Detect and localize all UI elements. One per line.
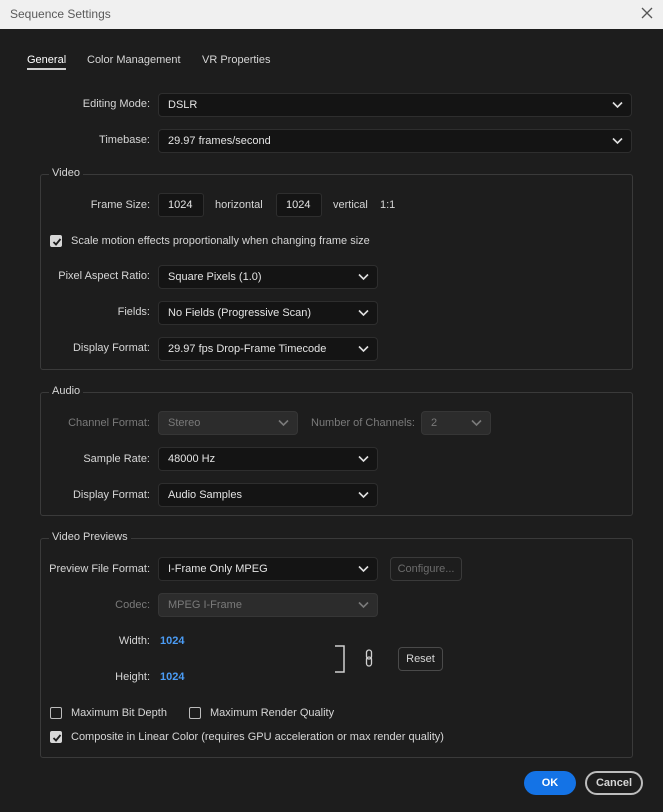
frame-size-label: Frame Size: (90, 199, 150, 211)
editing-mode-select[interactable]: DSLR (158, 93, 632, 117)
height-value[interactable]: 1024 (160, 671, 184, 683)
fields-value: No Fields (Progressive Scan) (168, 307, 312, 319)
editing-mode-value: DSLR (168, 99, 198, 111)
num-channels-label: Number of Channels: (311, 417, 415, 429)
ok-button[interactable]: OK (524, 771, 576, 795)
video-display-format-label: Display Format: (72, 342, 150, 354)
max-bit-depth-checkbox[interactable] (50, 707, 62, 719)
video-display-format-value: 29.97 fps Drop-Frame Timecode (168, 343, 327, 355)
linear-color-label: Composite in Linear Color (requires GPU … (71, 731, 444, 743)
active-tab-indicator (27, 68, 66, 70)
width-value[interactable]: 1024 (160, 635, 184, 647)
linear-color-checkbox[interactable] (50, 731, 62, 743)
video-previews-group-title: Video Previews (49, 531, 131, 543)
max-render-quality-label: Maximum Render Quality (210, 707, 335, 719)
max-bit-depth-label: Maximum Bit Depth (71, 707, 167, 719)
preview-format-select[interactable]: I-Frame Only MPEG (158, 557, 378, 581)
frame-width-input[interactable]: 1024 (158, 193, 204, 217)
timebase-value: 29.97 frames/second (168, 135, 271, 147)
audio-display-format-label: Display Format: (72, 489, 150, 501)
chevron-down-icon (358, 565, 369, 573)
chevron-down-icon (278, 419, 289, 427)
chevron-down-icon (358, 601, 369, 609)
checkmark-icon (52, 734, 62, 742)
max-render-quality-checkbox[interactable] (189, 707, 201, 719)
preview-format-label: Preview File Format: (49, 563, 150, 575)
codec-label: Codec: (115, 599, 150, 611)
num-channels-value: 2 (431, 417, 438, 429)
num-channels-select: 2 (421, 411, 491, 435)
timebase-select[interactable]: 29.97 frames/second (158, 129, 632, 153)
cancel-button[interactable]: Cancel (585, 771, 643, 795)
audio-group-title: Audio (49, 385, 84, 397)
video-group-title: Video (49, 167, 83, 179)
window-title: Sequence Settings (10, 7, 111, 21)
video-display-format-select[interactable]: 29.97 fps Drop-Frame Timecode (158, 337, 378, 361)
height-label: Height: (115, 671, 150, 683)
audio-display-format-select[interactable]: Audio Samples (158, 483, 378, 507)
close-icon[interactable] (639, 5, 655, 21)
sample-rate-label: Sample Rate: (83, 453, 150, 465)
link-bracket-icon (335, 645, 345, 673)
pixel-aspect-value: Square Pixels (1.0) (168, 271, 262, 283)
vertical-label: vertical (333, 199, 368, 211)
tab-general[interactable]: General (27, 54, 66, 66)
channel-format-select: Stereo (158, 411, 298, 435)
scale-motion-label: Scale motion effects proportionally when… (71, 235, 370, 247)
chevron-down-icon (358, 345, 369, 353)
chevron-down-icon (358, 455, 369, 463)
horizontal-label: horizontal (215, 199, 263, 211)
chevron-down-icon (358, 491, 369, 499)
sample-rate-select[interactable]: 48000 Hz (158, 447, 378, 471)
tab-color-management[interactable]: Color Management (87, 54, 181, 66)
codec-select: MPEG I-Frame (158, 593, 378, 617)
preview-format-value: I-Frame Only MPEG (168, 563, 268, 575)
codec-value: MPEG I-Frame (168, 599, 242, 611)
configure-button: Configure... (390, 557, 462, 581)
link-icon[interactable] (364, 649, 374, 667)
sample-rate-value: 48000 Hz (168, 453, 216, 465)
reset-button[interactable]: Reset (398, 647, 443, 671)
frame-height-input[interactable]: 1024 (276, 193, 322, 217)
timebase-label: Timebase: (99, 134, 150, 146)
scale-motion-checkbox[interactable] (50, 235, 62, 247)
title-bar: Sequence Settings (0, 0, 663, 29)
tab-vr-properties[interactable]: VR Properties (202, 54, 270, 66)
chevron-down-icon (471, 419, 482, 427)
fields-label: Fields: (117, 306, 150, 318)
channel-format-label: Channel Format: (68, 417, 150, 429)
chevron-down-icon (612, 137, 623, 145)
width-label: Width: (118, 635, 150, 647)
editing-mode-label: Editing Mode: (82, 98, 150, 110)
checkmark-icon (52, 238, 62, 246)
audio-display-format-value: Audio Samples (168, 489, 242, 501)
pixel-aspect-select[interactable]: Square Pixels (1.0) (158, 265, 378, 289)
pixel-aspect-label: Pixel Aspect Ratio: (58, 270, 150, 282)
chevron-down-icon (612, 101, 623, 109)
fields-select[interactable]: No Fields (Progressive Scan) (158, 301, 378, 325)
channel-format-value: Stereo (168, 417, 201, 429)
frame-ratio: 1:1 (380, 199, 396, 211)
chevron-down-icon (358, 273, 369, 281)
chevron-down-icon (358, 309, 369, 317)
